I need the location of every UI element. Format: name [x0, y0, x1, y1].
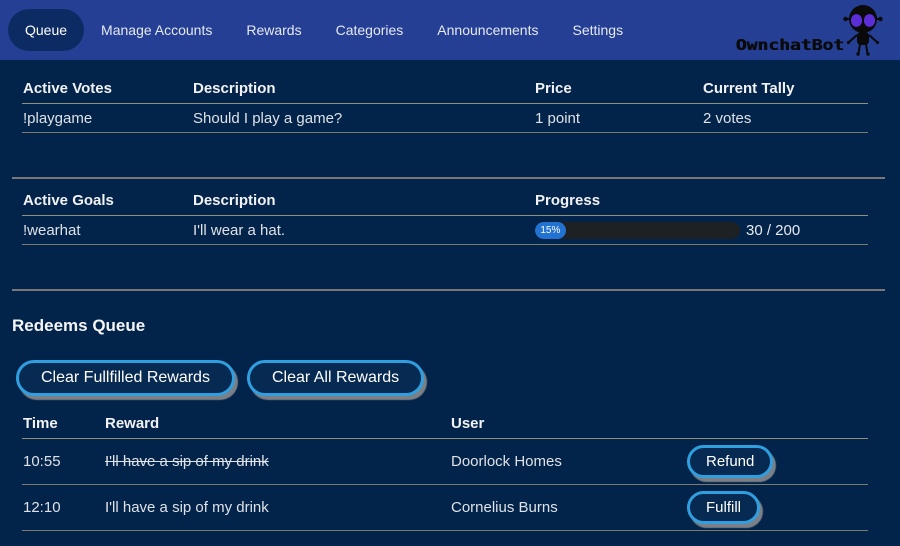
- redeems-actions: Clear Fullfilled Rewards Clear All Rewar…: [16, 360, 900, 396]
- goal-progress-cell: 15% 30 / 200: [534, 222, 868, 239]
- tab-settings[interactable]: Settings: [555, 9, 640, 51]
- brand-logo: OwnchatBot: [736, 0, 886, 60]
- progress-bar-track: 15%: [535, 222, 740, 239]
- col-header-reward: Reward: [104, 415, 450, 438]
- goal-command: !wearhat: [22, 222, 192, 239]
- redeem-action-cell: Fulfill: [686, 491, 868, 524]
- col-header-user: User: [450, 415, 686, 438]
- top-navbar: Queue Manage Accounts Rewards Categories…: [0, 0, 900, 60]
- active-goals-table: Active Goals Description Progress !wearh…: [22, 190, 868, 245]
- tab-manage-accounts[interactable]: Manage Accounts: [84, 9, 229, 51]
- tab-categories[interactable]: Categories: [319, 9, 421, 51]
- col-header-progress: Progress: [534, 192, 868, 215]
- section-divider: [12, 177, 885, 179]
- vote-tally: 2 votes: [702, 110, 868, 127]
- progress-value-label: 30 / 200: [746, 222, 800, 239]
- col-header-current-tally: Current Tally: [702, 80, 868, 103]
- progress-bar-fill: 15%: [535, 222, 566, 239]
- redeem-time: 10:55: [22, 453, 104, 470]
- vote-price: 1 point: [534, 110, 702, 127]
- redeems-header-row: Time Reward User: [22, 412, 868, 439]
- active-votes-table: Active Votes Description Price Current T…: [22, 78, 868, 133]
- table-row: 10:55 I'll have a sip of my drink Doorlo…: [22, 439, 868, 485]
- active-votes-header-row: Active Votes Description Price Current T…: [22, 78, 868, 104]
- col-header-active-goals: Active Goals: [22, 192, 192, 215]
- col-header-description: Description: [192, 80, 534, 103]
- redeem-time: 12:10: [22, 499, 104, 516]
- tab-announcements[interactable]: Announcements: [420, 9, 555, 51]
- robot-mascot-icon: [840, 4, 886, 56]
- tab-queue[interactable]: Queue: [8, 9, 84, 51]
- refund-button[interactable]: Refund: [687, 445, 773, 478]
- redeems-queue-title: Redeems Queue: [12, 316, 900, 336]
- section-divider: [12, 289, 885, 291]
- nav-tabs: Queue Manage Accounts Rewards Categories…: [8, 9, 640, 51]
- fulfill-button[interactable]: Fulfill: [687, 491, 760, 524]
- tab-rewards[interactable]: Rewards: [229, 9, 318, 51]
- clear-all-rewards-button[interactable]: Clear All Rewards: [247, 360, 424, 396]
- col-header-time: Time: [22, 415, 104, 438]
- table-row: 12:10 I'll have a sip of my drink Cornel…: [22, 485, 868, 531]
- vote-command: !playgame: [22, 110, 192, 127]
- col-header-action: [686, 432, 868, 438]
- redeem-user: Cornelius Burns: [450, 499, 686, 516]
- redeem-user: Doorlock Homes: [450, 453, 686, 470]
- redeems-table: Time Reward User 10:55 I'll have a sip o…: [22, 412, 868, 531]
- col-header-description: Description: [192, 192, 534, 215]
- table-row: !playgame Should I play a game? 1 point …: [22, 104, 868, 133]
- vote-description: Should I play a game?: [192, 110, 534, 127]
- redeem-reward: I'll have a sip of my drink: [104, 453, 450, 470]
- active-goals-header-row: Active Goals Description Progress: [22, 190, 868, 216]
- goal-description: I'll wear a hat.: [192, 222, 534, 239]
- logo-text: OwnchatBot: [736, 37, 844, 54]
- table-row: !wearhat I'll wear a hat. 15% 30 / 200: [22, 216, 868, 245]
- clear-fulfilled-rewards-button[interactable]: Clear Fullfilled Rewards: [16, 360, 235, 396]
- col-header-active-votes: Active Votes: [22, 80, 192, 103]
- col-header-price: Price: [534, 80, 702, 103]
- redeem-action-cell: Refund: [686, 445, 868, 478]
- redeem-reward: I'll have a sip of my drink: [104, 499, 450, 516]
